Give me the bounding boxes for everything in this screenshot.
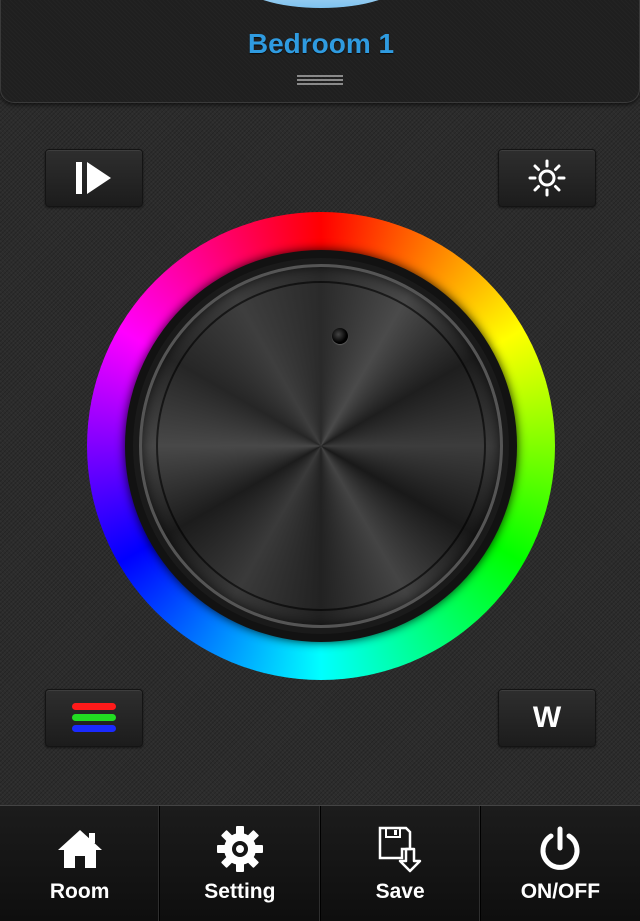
rgb-bars-icon — [72, 703, 116, 732]
knob-rim — [156, 281, 486, 611]
rotary-knob[interactable] — [139, 264, 503, 628]
tab-on-off-label: ON/OFF — [520, 880, 601, 903]
white-mode-button[interactable]: W — [498, 689, 596, 747]
room-title[interactable]: Bedroom 1 — [1, 28, 640, 60]
header-drag-handle[interactable] — [297, 73, 343, 85]
color-wheel[interactable] — [87, 212, 555, 680]
tab-save[interactable]: Save — [321, 806, 481, 921]
power-icon — [540, 826, 580, 870]
rgb-mode-button[interactable] — [45, 689, 143, 747]
tab-room-label: Room — [49, 880, 110, 903]
tab-on-off[interactable]: ON/OFF — [481, 806, 640, 921]
knob-indicator-dot — [332, 328, 348, 344]
bottom-tab-bar: Room Setting Save ON/OFF — [0, 805, 640, 921]
white-mode-label: W — [532, 701, 562, 734]
play-mode-button[interactable] — [45, 149, 143, 207]
tab-save-label: Save — [375, 880, 425, 903]
tab-room[interactable]: Room — [0, 806, 161, 921]
brightness-sun-icon — [528, 159, 566, 197]
header-light-indicator — [241, 0, 401, 8]
brightness-button[interactable] — [498, 149, 596, 207]
tab-setting[interactable]: Setting — [160, 806, 321, 921]
home-icon — [57, 830, 102, 868]
room-header[interactable]: Bedroom 1 — [0, 0, 640, 103]
save-icon — [378, 826, 422, 873]
tab-setting-label: Setting — [204, 880, 276, 903]
gear-icon — [216, 826, 263, 872]
play-pause-icon — [76, 162, 111, 194]
